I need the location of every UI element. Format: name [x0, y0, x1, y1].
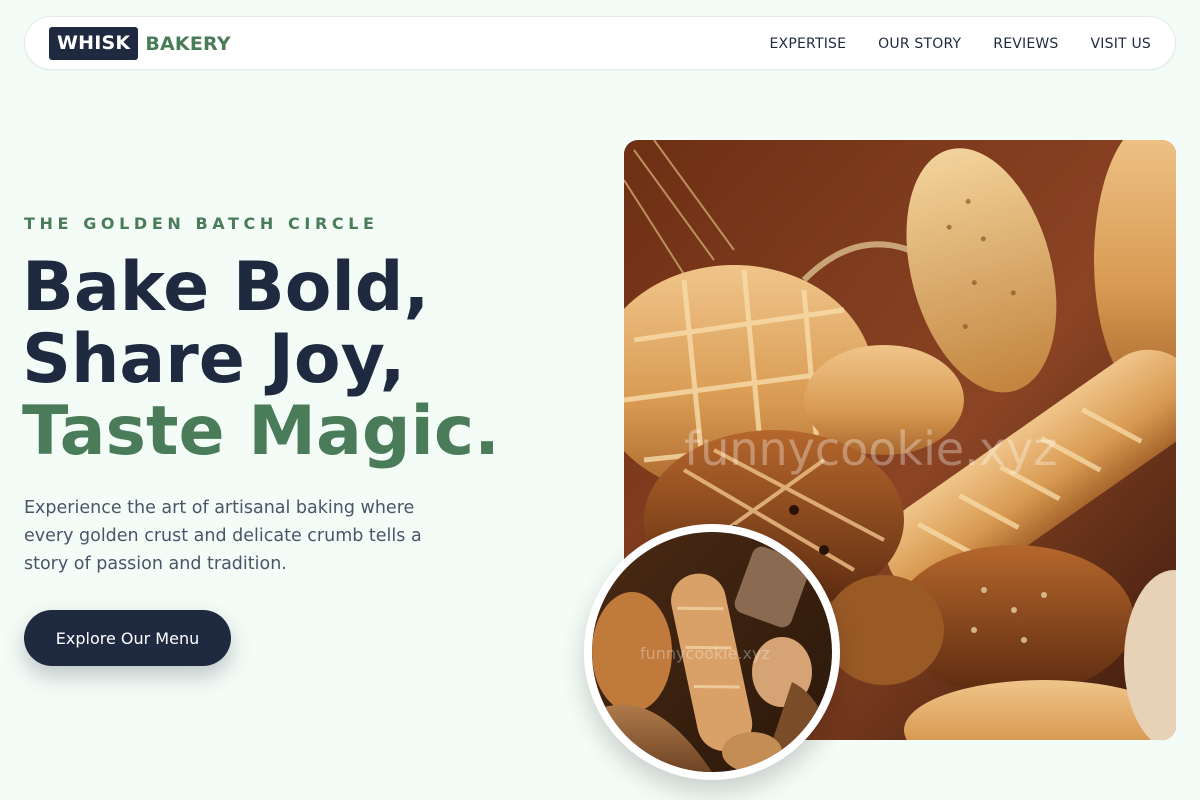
brand-logo[interactable]: WHISK BAKERY [49, 27, 231, 60]
inset-bread-illustration [592, 532, 832, 772]
brand-logo-box: WHISK [49, 27, 139, 60]
headline-line-3: Taste Magic. [22, 392, 500, 471]
headline-line-2: Share Joy, [22, 320, 406, 399]
hero-headline: Bake Bold, Share Joy, Taste Magic. [22, 252, 500, 468]
landing-page: WHISK BAKERY EXPERTISE OUR STORY REVIEWS… [0, 0, 1200, 800]
nav-link-visit-us[interactable]: VISIT US [1091, 36, 1151, 52]
hero-eyebrow: THE GOLDEN BATCH CIRCLE [24, 214, 379, 233]
explore-menu-button[interactable]: Explore Our Menu [24, 610, 231, 666]
headline-line-1: Bake Bold, [22, 248, 430, 327]
hero-description: Experience the art of artisanal baking w… [24, 498, 422, 574]
inset-bread-photo [592, 532, 832, 772]
nav-links: EXPERTISE OUR STORY REVIEWS VISIT US [770, 17, 1151, 71]
nav-link-reviews[interactable]: REVIEWS [993, 36, 1058, 52]
nav-link-expertise[interactable]: EXPERTISE [770, 36, 847, 52]
top-nav: WHISK BAKERY EXPERTISE OUR STORY REVIEWS… [24, 16, 1176, 70]
brand-logo-text: BAKERY [145, 32, 231, 55]
nav-link-our-story[interactable]: OUR STORY [878, 36, 961, 52]
inset-bread-image: funnycookie.xyz [584, 524, 840, 780]
